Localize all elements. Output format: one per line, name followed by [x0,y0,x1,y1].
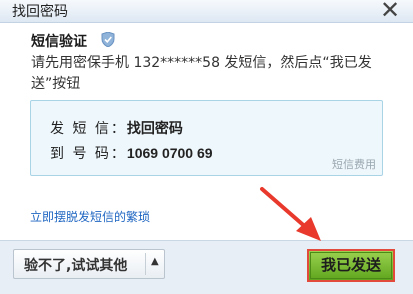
sms-content-row: 发 短 信：找回密码 [50,118,183,138]
button-divider [145,253,146,275]
sent-button-label: 我已发送 [310,252,392,279]
dialog-footer: 验不了,试试其他 ▲ 我已发送 [0,240,413,294]
sms-number-label: 到 号 码： [50,146,127,162]
close-icon[interactable]: ✕ [375,0,405,24]
sms-content-label: 发 短 信： [50,121,127,137]
instruction-text: 请先用密保手机 132******58 发短信，然后点“我已发送”按钮 [31,55,372,92]
window-title: 找回密码 [12,4,68,20]
sms-number-row: 到 号 码：1069 0700 69 [50,143,213,163]
sms-content-value: 找回密码 [126,120,183,136]
sms-number-value: 1069 0700 69 [126,145,213,161]
avoid-sms-link[interactable]: 立即摆脱发短信的繁琐 [30,208,150,225]
try-other-label: 验不了,试试其他 [24,258,128,274]
sms-info-box: 发 短 信：找回密码 到 号 码：1069 0700 69 短信费用 [30,100,383,176]
try-other-methods-button[interactable]: 验不了,试试其他 ▲ [13,249,165,279]
i-have-sent-button[interactable]: 我已发送 [307,249,395,282]
sms-fee-note: 短信费用 [332,158,376,171]
title-bar: 找回密码 ✕ [0,0,413,24]
section-title: 短信验证 [31,34,87,50]
caret-up-icon[interactable]: ▲ [151,256,159,267]
find-password-dialog: 找回密码 ✕ 短信验证 请先用密保手机 132******58 发短信，然后点“… [0,0,413,294]
shield-icon [101,31,115,48]
